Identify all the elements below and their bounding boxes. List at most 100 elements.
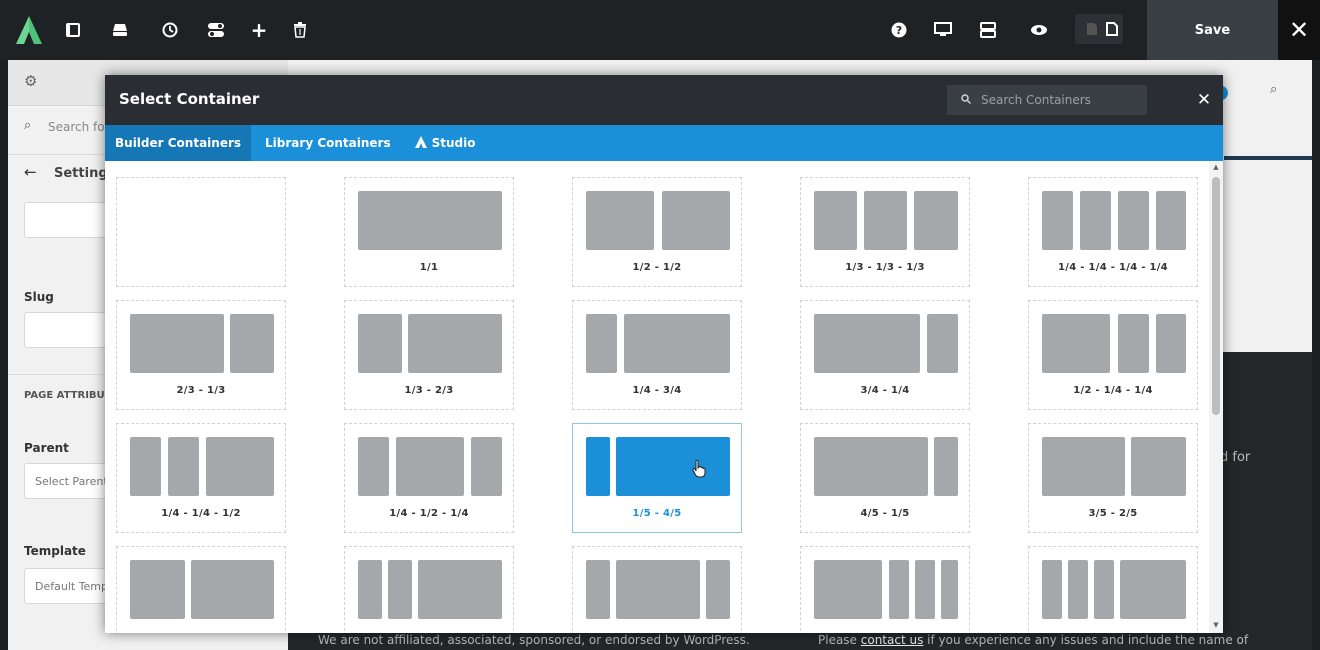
column-block xyxy=(168,437,199,496)
modal-header: Select Container ✕ xyxy=(105,75,1223,125)
container-option[interactable]: 1/4 - 1/4 - 1/4 - 1/4 xyxy=(1028,177,1198,287)
avada-logo-icon[interactable] xyxy=(14,14,44,46)
column-block xyxy=(1042,314,1110,373)
column-block xyxy=(814,314,920,373)
column-block xyxy=(358,560,382,619)
scroll-thumb[interactable] xyxy=(1212,177,1220,415)
container-option-label: 1/2 - 1/4 - 1/4 xyxy=(1073,385,1153,396)
column-block xyxy=(1156,314,1186,373)
column-block xyxy=(418,560,502,619)
column-block xyxy=(1042,191,1073,250)
container-grid: 1/1 1/2 - 1/2 1/3 - 1/3 - 1/3 1/4 - 1/4 … xyxy=(105,161,1209,633)
document-icon-active[interactable] xyxy=(1099,16,1125,42)
toggles-icon[interactable] xyxy=(203,17,229,43)
column-block xyxy=(814,560,882,619)
column-block xyxy=(864,191,907,250)
container-option[interactable] xyxy=(800,546,970,633)
container-option[interactable] xyxy=(116,546,286,633)
column-block xyxy=(889,560,909,619)
desktop-preview-icon[interactable] xyxy=(930,17,956,43)
container-option-label: 1/2 - 1/2 xyxy=(632,262,682,273)
container-option-label: 4/5 - 1/5 xyxy=(860,508,910,519)
container-option-label: 1/4 - 3/4 xyxy=(632,385,682,396)
column-block xyxy=(914,191,958,250)
canvas-accent-bar xyxy=(1224,156,1312,160)
container-option[interactable] xyxy=(572,546,742,633)
help-icon[interactable]: ? xyxy=(886,17,912,43)
parent-label: Parent xyxy=(24,441,69,455)
column-block xyxy=(388,560,412,619)
column-block xyxy=(1080,191,1111,250)
contact-us-link[interactable]: contact us xyxy=(861,633,924,647)
tab-builder-containers[interactable]: Builder Containers xyxy=(105,125,252,161)
history-icon[interactable] xyxy=(157,17,183,43)
scroll-down-icon[interactable]: ▼ xyxy=(1211,621,1221,629)
column-block xyxy=(814,437,928,496)
container-option[interactable]: 1/3 - 1/3 - 1/3 xyxy=(800,177,970,287)
container-option-label: 1/3 - 2/3 xyxy=(404,385,454,396)
close-modal-icon[interactable]: ✕ xyxy=(1191,87,1217,113)
container-option[interactable]: 1/2 - 1/2 xyxy=(572,177,742,287)
container-option[interactable] xyxy=(1028,546,1198,633)
container-option[interactable]: 1/3 - 2/3 xyxy=(344,300,514,410)
container-option-blank[interactable] xyxy=(116,177,286,287)
container-option[interactable]: 1/1 xyxy=(344,177,514,287)
container-option[interactable]: 3/5 - 2/5 xyxy=(1028,423,1198,533)
column-block xyxy=(396,437,464,496)
container-option-label: 1/5 - 4/5 xyxy=(632,508,682,519)
column-block xyxy=(408,314,502,373)
column-block xyxy=(1156,191,1186,250)
settings-heading: Setting xyxy=(54,166,108,181)
column-block xyxy=(586,314,617,373)
container-option[interactable]: 3/4 - 1/4 xyxy=(800,300,970,410)
library-icon[interactable] xyxy=(107,17,133,43)
column-block xyxy=(230,314,274,373)
container-option[interactable]: 1/2 - 1/4 - 1/4 xyxy=(1028,300,1198,410)
container-option[interactable]: 1/4 - 1/2 - 1/4 xyxy=(344,423,514,533)
parent-select-value: Select Parent xyxy=(35,475,108,488)
container-option-label: 1/4 - 1/4 - 1/2 xyxy=(161,508,241,519)
sidebar-toggle-icon[interactable] xyxy=(60,17,86,43)
column-block xyxy=(941,560,958,619)
tab-library-containers[interactable]: Library Containers xyxy=(255,125,401,161)
back-arrow-icon[interactable]: ← xyxy=(24,163,37,181)
column-block xyxy=(1120,560,1186,619)
tab-studio[interactable]: Studio xyxy=(405,125,486,161)
layout-sections-icon[interactable] xyxy=(975,17,1001,43)
column-block xyxy=(1068,560,1088,619)
container-tabs: Builder Containers Library Containers St… xyxy=(105,125,1223,161)
scroll-up-icon[interactable]: ▲ xyxy=(1211,163,1221,171)
preview-eye-icon[interactable] xyxy=(1026,17,1052,43)
footer-contact: Please contact us if you experience any … xyxy=(818,633,1248,647)
container-option[interactable]: 4/5 - 1/5 xyxy=(800,423,970,533)
trash-icon[interactable] xyxy=(287,17,313,43)
select-container-modal: Select Container ✕ Builder Containers Li… xyxy=(105,75,1223,633)
column-block xyxy=(1042,437,1125,496)
container-option[interactable]: 1/4 - 1/4 - 1/2 xyxy=(116,423,286,533)
footer-contact-prefix: Please xyxy=(818,633,861,647)
container-option-label: 3/5 - 2/5 xyxy=(1088,508,1138,519)
container-option-label: 1/3 - 1/3 - 1/3 xyxy=(845,262,925,273)
gear-icon[interactable]: ⚙ xyxy=(24,72,37,90)
column-block xyxy=(471,437,502,496)
container-option[interactable] xyxy=(344,546,514,633)
search-containers-input[interactable] xyxy=(981,93,1131,107)
container-option-label: 2/3 - 1/3 xyxy=(176,385,226,396)
column-block xyxy=(1118,191,1149,250)
container-option[interactable]: 2/3 - 1/3 xyxy=(116,300,286,410)
column-block xyxy=(130,314,224,373)
sidebar-search-input[interactable]: Search for xyxy=(48,120,110,134)
grid-scrollbar[interactable]: ▲ ▼ xyxy=(1209,161,1223,633)
container-option-label: 3/4 - 1/4 xyxy=(860,385,910,396)
hand-cursor-icon xyxy=(692,460,706,478)
container-search[interactable] xyxy=(947,85,1147,115)
container-option[interactable]: 1/4 - 3/4 xyxy=(572,300,742,410)
tab-studio-label: Studio xyxy=(431,136,476,150)
close-builder-icon[interactable]: ✕ xyxy=(1278,0,1320,60)
save-button[interactable]: Save xyxy=(1147,0,1278,60)
search-icon: ⌕ xyxy=(24,118,32,133)
add-icon[interactable]: + xyxy=(246,17,272,43)
container-option-selected[interactable]: 1/5 - 4/5 xyxy=(572,423,742,533)
column-block xyxy=(358,437,389,496)
canvas-search-icon[interactable]: ⌕ xyxy=(1270,82,1277,97)
